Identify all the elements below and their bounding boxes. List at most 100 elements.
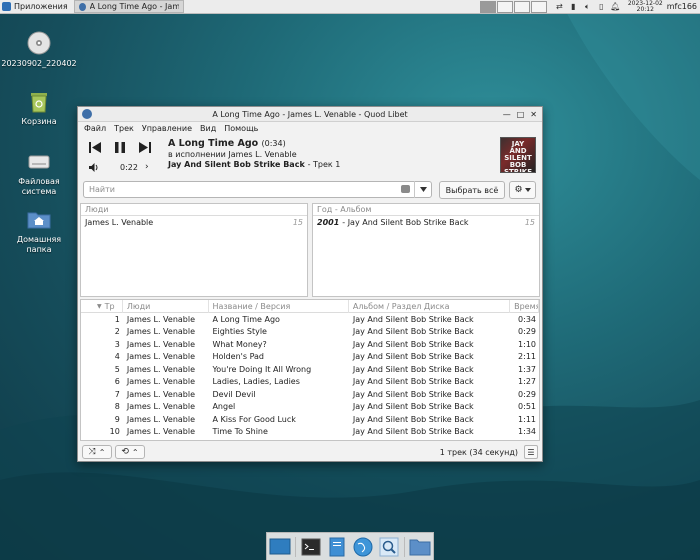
dock-app-finder[interactable] xyxy=(378,535,400,559)
clear-search-icon[interactable] xyxy=(401,185,410,193)
desktop-icon-label: 20230902_220402 xyxy=(1,59,77,68)
desktop-icon-disc[interactable]: 20230902_220402 xyxy=(1,30,77,69)
song-album: Jay And Silent Bob Strike Back xyxy=(352,389,474,399)
search-icon xyxy=(379,537,399,556)
song-artist: James L. Venable xyxy=(126,339,196,349)
dock-terminal[interactable] xyxy=(300,535,322,559)
track-number: 7 xyxy=(114,389,120,399)
window-title: A Long Time Ago - James L. Venable - Quo… xyxy=(212,109,408,119)
menu-track[interactable]: Трек xyxy=(114,124,134,133)
menu-control[interactable]: Управление xyxy=(142,124,192,133)
album-pane-row[interactable]: 2001 - Jay And Silent Bob Strike Back 15 xyxy=(313,216,539,228)
song-row[interactable]: 5 James L. Venable You're Doing It All Wro… xyxy=(81,363,539,376)
taskbar-window-button[interactable]: A Long Time Ago - Jame... xyxy=(73,0,184,13)
notification-bell-icon[interactable]: 🔔︎ xyxy=(610,2,620,11)
column-artist[interactable]: Люди xyxy=(123,300,209,313)
applications-menu-button[interactable]: Приложения xyxy=(0,0,72,14)
battery-status-icon[interactable]: ▯ xyxy=(597,2,606,11)
desktop-icon-home[interactable]: Домашняя папка xyxy=(12,206,66,255)
dock-folder[interactable] xyxy=(409,535,431,559)
now-playing-track: - Трек 1 xyxy=(307,160,341,169)
song-length: 0:51 xyxy=(518,402,537,412)
previous-button[interactable] xyxy=(86,139,104,155)
clock[interactable]: 2023-12-02 20:12 xyxy=(628,0,663,13)
volume-icon xyxy=(89,162,98,172)
network-icon[interactable]: ⇄ xyxy=(555,2,564,11)
search-row: Выбрать всё ⚙ xyxy=(78,179,542,201)
column-album[interactable]: Альбом / Раздел Диска xyxy=(349,300,511,313)
dock-file-manager[interactable] xyxy=(326,535,348,559)
song-row[interactable]: 1 James L. Venable A Long Time Ago Jay And … xyxy=(81,313,539,326)
chevron-down-icon xyxy=(420,187,427,192)
menu-view[interactable]: Вид xyxy=(200,124,216,133)
battery-icon[interactable]: ▮ xyxy=(569,2,578,11)
album-cover[interactable]: JAY AND SILENT BOB STRIKE BACK xyxy=(500,137,536,173)
maximize-icon[interactable]: □ xyxy=(517,110,525,119)
people-pane-row[interactable]: James L. Venable 15 xyxy=(81,216,307,228)
window-titlebar[interactable]: A Long Time Ago - James L. Venable - Quo… xyxy=(78,107,542,122)
user-menu[interactable]: mfc166 xyxy=(667,2,700,11)
pause-icon xyxy=(115,141,125,153)
trash-icon xyxy=(31,93,47,113)
volume-icon[interactable]: 🔈︎ xyxy=(583,2,592,11)
volume-button[interactable] xyxy=(87,160,101,174)
menu-help[interactable]: Помощь xyxy=(224,124,258,133)
search-history-dropdown[interactable] xyxy=(414,181,432,198)
queue-toggle-button[interactable]: ☰ xyxy=(524,445,538,459)
next-button[interactable] xyxy=(136,139,154,155)
pause-button[interactable] xyxy=(111,139,129,155)
home-folder-icon xyxy=(27,212,51,229)
song-album: Jay And Silent Bob Strike Back xyxy=(352,352,474,362)
workspace-2[interactable] xyxy=(496,0,513,13)
workspace-switcher xyxy=(479,0,547,13)
song-album: Jay And Silent Bob Strike Back xyxy=(352,414,474,424)
system-tray: ⇄ ▮ 🔈︎ ▯ 🔔︎ xyxy=(555,2,620,12)
dock-separator xyxy=(404,536,405,557)
desktop-icon-filesystem[interactable]: Файловая система xyxy=(12,148,66,197)
desktop-icon-trash[interactable]: Корзина xyxy=(12,88,66,127)
column-length[interactable]: Время xyxy=(510,300,539,313)
applications-icon xyxy=(2,2,11,11)
song-row[interactable]: 7 James L. Venable Devil Devil Jay And Sile… xyxy=(81,388,539,401)
repeat-button[interactable]: ⟲ ⌃ xyxy=(115,445,145,459)
song-row[interactable]: 6 James L. Venable Ladies, Ladies, Ladies J… xyxy=(81,376,539,389)
song-album: Jay And Silent Bob Strike Back xyxy=(352,402,474,412)
workspace-4[interactable] xyxy=(530,0,547,13)
dock xyxy=(266,532,434,560)
clock-time: 20:12 xyxy=(636,5,654,13)
column-track-label: Тр xyxy=(104,302,115,311)
seek-chevron-icon[interactable]: › xyxy=(145,162,149,172)
dock-show-desktop[interactable] xyxy=(269,535,291,559)
song-row[interactable]: 10 James L. Venable Time To Shine Jay And S… xyxy=(81,426,539,439)
workspace-3[interactable] xyxy=(513,0,530,13)
gear-icon: ⚙ xyxy=(514,185,523,195)
close-icon[interactable]: ✕ xyxy=(530,110,537,119)
minimize-icon[interactable]: — xyxy=(503,110,511,119)
song-row[interactable]: 9 James L. Venable A Kiss For Good Luck Jay… xyxy=(81,413,539,426)
album-pane-header[interactable]: Год - Альбом xyxy=(313,204,539,216)
column-title[interactable]: Название / Версия xyxy=(209,300,349,313)
now-playing-duration: (0:34) xyxy=(261,139,286,148)
song-row[interactable]: 8 James L. Venable Angel Jay And Silent Bob… xyxy=(81,401,539,414)
album-year: 2001 xyxy=(317,217,340,227)
workspace-1[interactable] xyxy=(479,0,496,13)
select-all-button[interactable]: Выбрать всё xyxy=(439,181,505,199)
song-album: Jay And Silent Bob Strike Back xyxy=(352,314,474,324)
playback-position[interactable]: 0:22 xyxy=(120,163,138,172)
column-track[interactable]: ▼ Тр xyxy=(81,300,123,313)
drive-icon xyxy=(28,155,50,169)
shuffle-button[interactable]: ⤨ ⌃ xyxy=(82,445,112,459)
song-row[interactable]: 2 James L. Venable Eighties Style Jay And S… xyxy=(81,326,539,339)
menu-file[interactable]: Файл xyxy=(84,124,106,133)
song-length: 1:10 xyxy=(518,339,537,349)
status-text: 1 трек (34 секунд) xyxy=(439,447,518,457)
browser-options-button[interactable]: ⚙ xyxy=(509,181,536,199)
song-row[interactable]: 4 James L. Venable Holden's Pad Jay And Sil… xyxy=(81,351,539,364)
track-number: 2 xyxy=(114,327,120,337)
song-row[interactable]: 3 James L. Venable What Money? Jay And Sile… xyxy=(81,338,539,351)
dock-web-browser[interactable] xyxy=(352,535,374,559)
song-title: Angel xyxy=(212,402,236,412)
search-input[interactable] xyxy=(83,181,432,198)
track-number: 3 xyxy=(114,339,120,349)
people-pane-header[interactable]: Люди xyxy=(81,204,307,216)
